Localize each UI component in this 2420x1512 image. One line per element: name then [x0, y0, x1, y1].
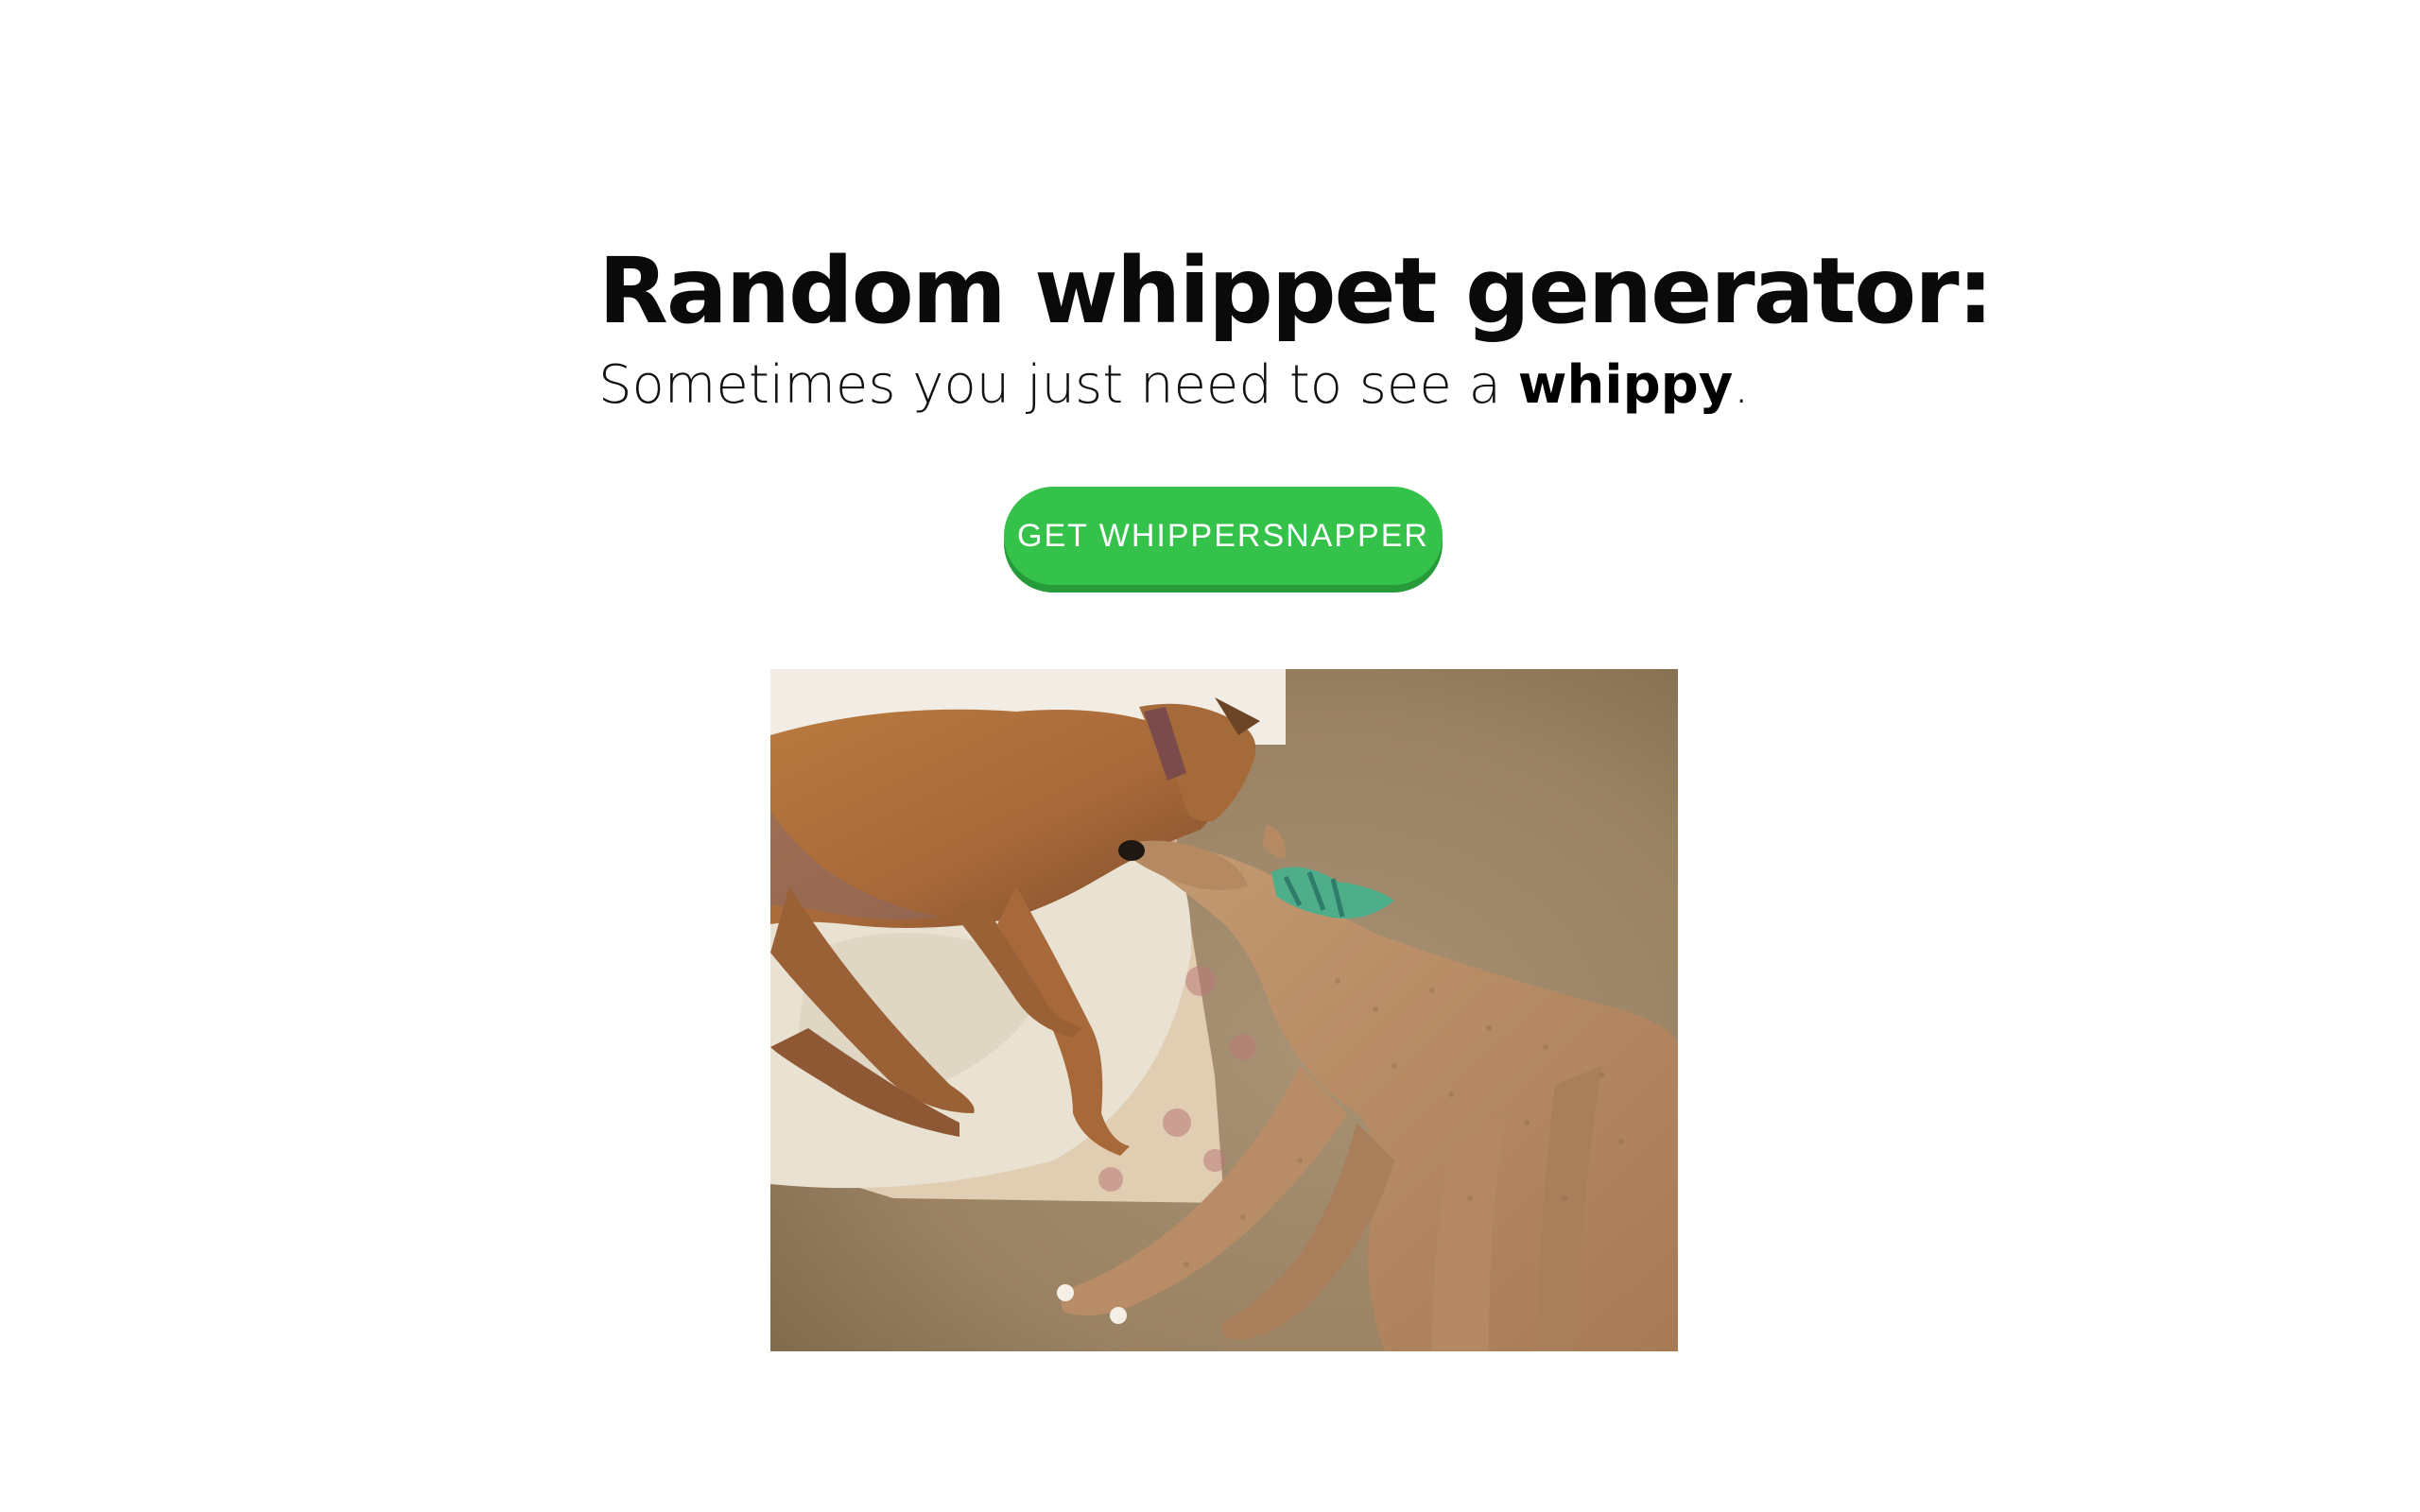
page-title: Random whippet generator:: [598, 238, 1994, 344]
subtitle-prefix: Sometimes you just need to see a: [598, 354, 1518, 416]
knitted-dog-nose: [1118, 840, 1145, 861]
subtitle-emphasis: whippy: [1517, 354, 1734, 416]
page: Random whippet generator: Sometimes you …: [0, 0, 2420, 1512]
subtitle-suffix: .: [1733, 354, 1751, 416]
whippet-photo: [770, 669, 1678, 1351]
header: Random whippet generator: Sometimes you …: [598, 238, 1994, 419]
get-whippersnapper-button[interactable]: GET WHIPPERSNAPPER: [1004, 487, 1443, 585]
page-subtitle: Sometimes you just need to see a whippy.: [598, 352, 1827, 419]
whippet-photo-illustration: [770, 669, 1678, 1351]
